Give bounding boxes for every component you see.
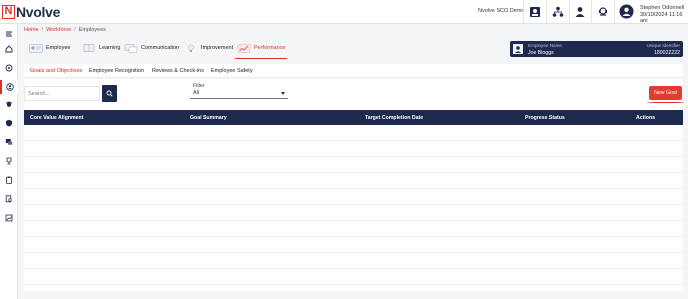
divider (546, 0, 547, 24)
improvement-tab-icon (188, 44, 194, 52)
breadcrumb-separator: / (74, 27, 76, 33)
tab-label: Learning (99, 45, 121, 51)
user-name[interactable]: Stephen Odonnell (640, 5, 684, 11)
learning-tab-icon (83, 43, 95, 52)
employee-avatar-icon (513, 44, 523, 54)
communication-tab-icon (124, 43, 138, 53)
subtab-reviews-check-ins[interactable]: Reviews & Check-ins (152, 68, 204, 74)
tab-label: Improvement (201, 45, 234, 51)
new-goal-highlight (647, 101, 684, 103)
clipboard-icon (6, 176, 12, 184)
document-search-icon (5, 195, 12, 203)
tab-label: Employee (46, 45, 71, 51)
logo-text: Nvolve (16, 4, 61, 20)
organization-name[interactable]: Nvolve SCO Demo (478, 8, 524, 14)
tab-label: Performance (254, 45, 286, 51)
breadcrumb: Home / Workforce / Employees (24, 27, 106, 33)
search-input[interactable]: Search... (24, 86, 100, 101)
divider (614, 0, 615, 24)
breadcrumb-current: Employees (78, 27, 106, 33)
tab-communication[interactable]: Communication (124, 38, 179, 58)
table-row-empty (24, 189, 683, 205)
sidebar-item-learning[interactable] (0, 97, 18, 111)
sidebar-item-tasks[interactable] (0, 173, 18, 187)
divider (569, 0, 570, 24)
tab-improvement[interactable]: Improvement (184, 38, 233, 58)
employee-id-label: Unique Identifier (646, 43, 680, 48)
breadcrumb-workforce[interactable]: Workforce (46, 27, 71, 33)
performance-tab-icon (237, 43, 251, 53)
sidebar-item-reports[interactable] (0, 211, 18, 225)
table-row-empty (24, 157, 683, 173)
shield-icon (6, 119, 12, 127)
sidebar-item-documents[interactable] (0, 192, 18, 206)
brand-logo[interactable]: N Nvolve (2, 4, 60, 20)
sub-tabs: Goals and Objectives Employee Recognitio… (24, 64, 683, 78)
breadcrumb-separator: / (41, 27, 44, 33)
tab-learning[interactable]: Learning (82, 38, 120, 58)
employee-id-value: 180022222 (654, 49, 680, 56)
column-header-goal-summary[interactable]: Goal Summary (190, 115, 227, 121)
employee-name-value: Joe Bloggs (528, 49, 554, 56)
subtab-goals-and-objectives[interactable]: Goals and Objectives (30, 68, 82, 74)
new-goal-button[interactable]: New Goal (649, 86, 682, 100)
table-row-empty (24, 237, 683, 253)
logo-mark: N (2, 5, 15, 19)
divider (591, 0, 592, 24)
table-row-empty (24, 253, 683, 269)
avatar[interactable] (619, 4, 634, 19)
chevron-down-icon (281, 92, 285, 95)
employee-card: Employee Name Joe Bloggs Unique Identifi… (510, 41, 683, 57)
employee-tab-icon (29, 43, 43, 53)
table-row-empty (24, 125, 683, 141)
column-header-actions[interactable]: Actions (636, 115, 655, 121)
subtab-employee-recognition[interactable]: Employee Recognition (89, 68, 144, 74)
support-icon[interactable] (597, 6, 609, 18)
org-chart-icon[interactable] (552, 6, 564, 18)
table-row-empty (24, 205, 683, 221)
menu-toggle-icon (6, 31, 12, 37)
subtab-employee-safety[interactable]: Employee Safety (211, 68, 253, 74)
table-row-empty (24, 221, 683, 237)
column-header-progress-status[interactable]: Progress Status (525, 115, 565, 121)
chart-icon (5, 214, 13, 222)
employee-name-label: Employee Name (528, 43, 562, 48)
graduation-cap-icon (5, 101, 13, 107)
filter-value: All (193, 90, 200, 96)
tab-label: Communication (141, 45, 180, 51)
id-card-icon[interactable] (529, 6, 541, 18)
active-tab-indicator (235, 57, 287, 59)
table-row-empty (24, 269, 683, 285)
search-icon (106, 90, 113, 97)
column-header-target-completion-date[interactable]: Target Completion Date (365, 115, 423, 121)
sidebar-item-menu-toggle[interactable] (0, 27, 18, 41)
home-icon (5, 45, 13, 53)
person-badge-icon (6, 83, 14, 91)
table-row-empty (24, 173, 683, 189)
filter-select[interactable]: All (190, 88, 288, 99)
tab-employee[interactable]: Employee (29, 38, 70, 58)
sidebar-item-home[interactable] (0, 42, 18, 56)
breadcrumb-home[interactable]: Home (24, 27, 39, 33)
chat-icon (5, 139, 13, 145)
sidebar-item-person-badge[interactable] (0, 80, 18, 94)
user-datetime: 30/10/2024 11:16 am (640, 12, 683, 24)
sidebar-item-compass[interactable] (0, 61, 18, 75)
table-header: Core Value Alignment Goal Summary Target… (24, 110, 683, 125)
users-icon[interactable] (574, 6, 586, 18)
trophy-icon (6, 157, 12, 165)
table-row-empty (24, 141, 683, 157)
search-button[interactable] (102, 85, 117, 102)
sidebar-item-safety[interactable] (0, 116, 18, 130)
divider (523, 0, 524, 24)
sidebar-item-communication[interactable] (0, 135, 18, 149)
column-header-core-value-alignment[interactable]: Core Value Alignment (30, 115, 83, 121)
sidebar-item-recognition[interactable] (0, 154, 18, 168)
sidebar (0, 24, 18, 299)
tab-performance[interactable]: Performance (235, 38, 287, 59)
compass-icon (5, 64, 13, 72)
top-bar: N Nvolve Nvolve SCO Demo Stephen Odonnel… (0, 0, 688, 24)
